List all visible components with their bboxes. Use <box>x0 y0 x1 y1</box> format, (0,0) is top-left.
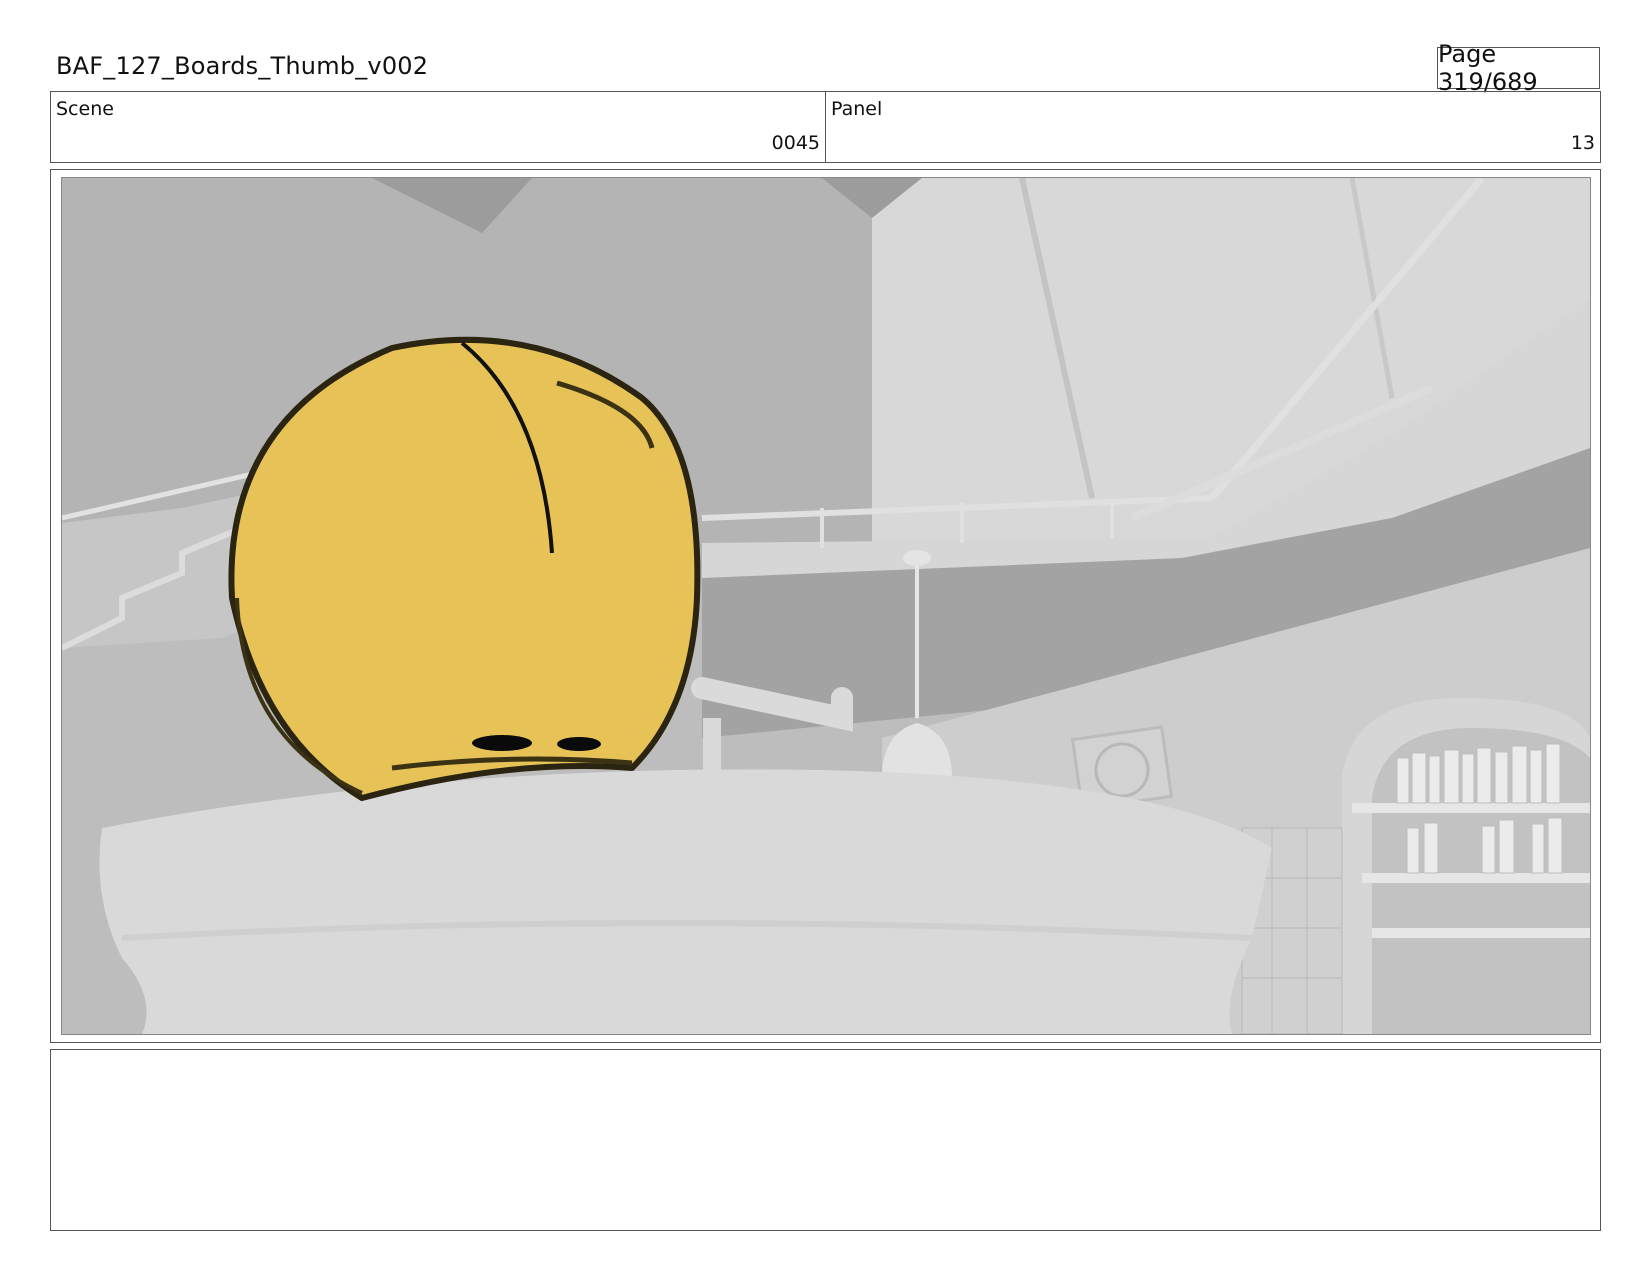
panel-cell: Panel 13 <box>825 92 1600 162</box>
lamp-mount <box>903 550 931 566</box>
page-number: Page 319/689 <box>1437 40 1600 96</box>
right-eye <box>557 737 601 751</box>
bookshelf-board <box>1372 928 1590 938</box>
left-eye <box>472 735 532 751</box>
scene-illustration <box>62 178 1590 1034</box>
document-title: BAF_127_Boards_Thumb_v002 <box>56 52 429 80</box>
foreground-table <box>99 769 1272 1034</box>
panel-notes <box>50 1049 1601 1231</box>
character-head <box>228 336 701 801</box>
scene-panel-info: Scene 0045 Panel 13 <box>50 91 1601 163</box>
panel-label: Panel <box>831 98 883 120</box>
scene-cell: Scene 0045 <box>51 92 825 162</box>
scene-number: 0045 <box>771 132 820 154</box>
panel-number: 13 <box>1570 132 1595 154</box>
bookshelf-board <box>1352 803 1590 813</box>
bookshelf-board <box>1362 873 1590 883</box>
storyboard-panel-image <box>61 177 1591 1035</box>
scene-label: Scene <box>56 98 114 120</box>
